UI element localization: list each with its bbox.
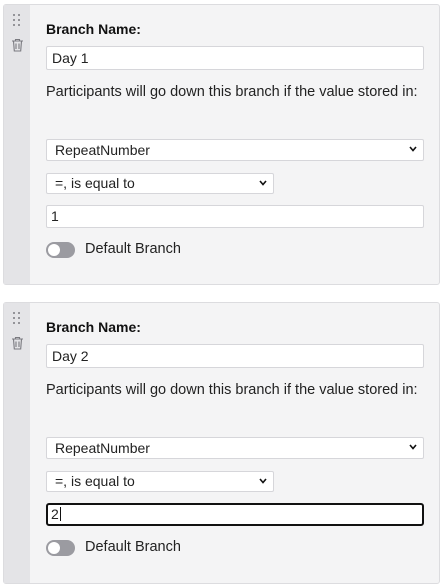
branch-name-label: Branch Name:	[46, 21, 141, 37]
branch-description: Participants will go down this branch if…	[46, 84, 418, 100]
comparison-value-input[interactable]: 1	[46, 205, 424, 228]
branch-name-input[interactable]: Day 2	[46, 344, 424, 368]
drag-handle-icon[interactable]	[13, 312, 21, 324]
operator-select[interactable]: =, is equal to	[46, 173, 274, 194]
operator-select-value: =, is equal to	[55, 473, 135, 489]
branch-card: Branch Name: Day 1 Participants will go …	[3, 4, 440, 285]
variable-select[interactable]: RepeatNumber	[46, 437, 424, 459]
default-branch-toggle[interactable]	[46, 242, 75, 258]
operator-select[interactable]: =, is equal to	[46, 471, 274, 492]
variable-select-value: RepeatNumber	[55, 440, 150, 456]
branch-name-input[interactable]: Day 1	[46, 46, 424, 70]
variable-select[interactable]: RepeatNumber	[46, 139, 424, 161]
trash-icon[interactable]	[11, 336, 24, 350]
toggle-knob	[48, 244, 60, 256]
default-branch-label: Default Branch	[85, 539, 181, 555]
text-caret	[59, 507, 61, 521]
comparison-value-text: 2	[51, 506, 59, 522]
chevron-down-icon	[409, 444, 417, 450]
comparison-value-text: 1	[51, 208, 59, 224]
variable-select-value: RepeatNumber	[55, 142, 150, 158]
chevron-down-icon	[259, 478, 267, 484]
default-branch-label: Default Branch	[85, 241, 181, 257]
card-gutter	[4, 303, 30, 583]
branch-card: Branch Name: Day 2 Participants will go …	[3, 302, 440, 584]
trash-icon[interactable]	[11, 38, 24, 52]
chevron-down-icon	[409, 146, 417, 152]
toggle-knob	[48, 542, 60, 554]
comparison-value-input[interactable]: 2	[46, 503, 424, 526]
operator-select-value: =, is equal to	[55, 175, 135, 191]
chevron-down-icon	[259, 180, 267, 186]
branch-description: Participants will go down this branch if…	[46, 382, 418, 398]
default-branch-toggle[interactable]	[46, 540, 75, 556]
branch-name-label: Branch Name:	[46, 319, 141, 335]
drag-handle-icon[interactable]	[13, 14, 21, 26]
card-gutter	[4, 5, 30, 284]
